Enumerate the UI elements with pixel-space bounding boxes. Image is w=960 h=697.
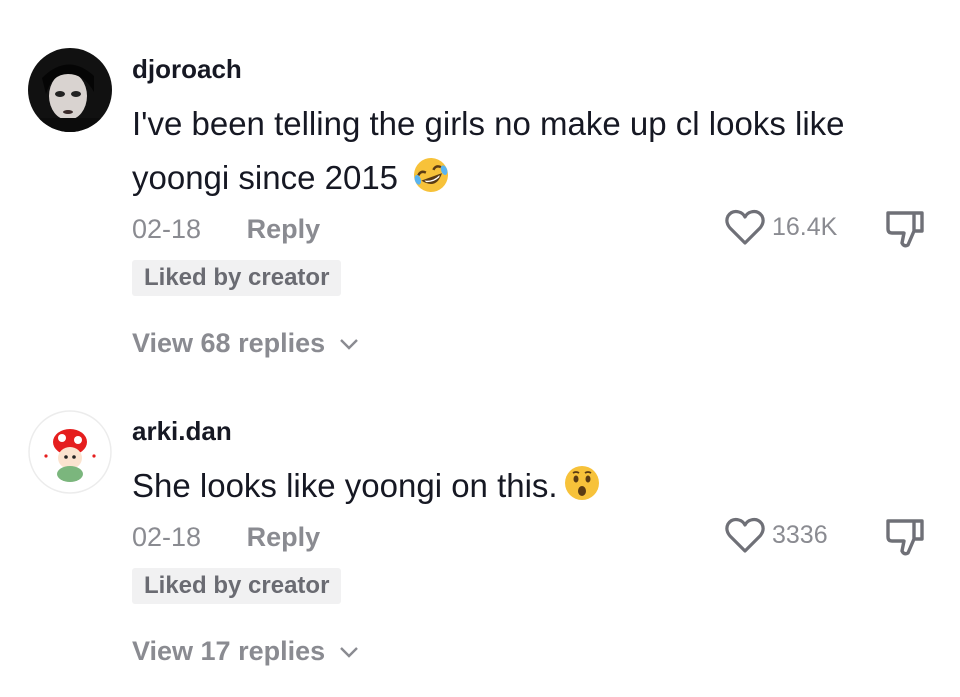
liked-by-creator-badge: Liked by creator [132,568,342,604]
view-replies-button[interactable]: View 17 replies [132,634,359,667]
dislike-button[interactable] [884,209,930,254]
chevron-down-icon [339,326,359,357]
reply-button[interactable]: Reply [247,214,321,245]
like-button[interactable]: 3336 [724,516,828,554]
dislike-button[interactable] [884,517,930,562]
hushed-face-emoji [562,463,602,519]
heart-outline-icon [725,517,765,553]
comment-meta: 02-18 Reply [132,214,320,245]
avatar[interactable] [28,48,112,132]
view-replies-button[interactable]: View 68 replies [132,326,359,359]
view-replies-label: View 17 replies [132,636,326,666]
reply-button[interactable]: Reply [247,522,321,553]
like-button[interactable]: 16.4K [724,208,837,246]
comment-date: 02-18 [132,214,202,244]
username[interactable]: arki.dan [132,416,232,447]
comment-text-line-1: She looks like yoongi on this. [132,467,558,504]
comment-meta: 02-18 Reply [132,522,320,553]
liked-by-creator-badge: Liked by creator [132,260,342,296]
chevron-down-icon [339,634,359,665]
comment-date: 02-18 [132,522,202,552]
rolling-on-floor-laughing-emoji [411,155,451,211]
thumbs-down-icon [886,211,924,248]
comment-text: She looks like yoongi on this. [132,459,932,519]
thumbs-down-icon [886,519,924,556]
comment-text: I've been telling the girls no make up c… [132,97,932,211]
comment-text-line-1: I've been telling the girls no make up c… [132,105,845,142]
comment-text-line-2: yoongi since 2015 [132,159,399,196]
username[interactable]: djoroach [132,54,242,85]
view-replies-label: View 68 replies [132,328,326,358]
heart-outline-icon [725,209,765,245]
like-count: 16.4K [772,212,838,241]
like-count: 3336 [772,520,828,549]
avatar[interactable] [28,410,112,494]
